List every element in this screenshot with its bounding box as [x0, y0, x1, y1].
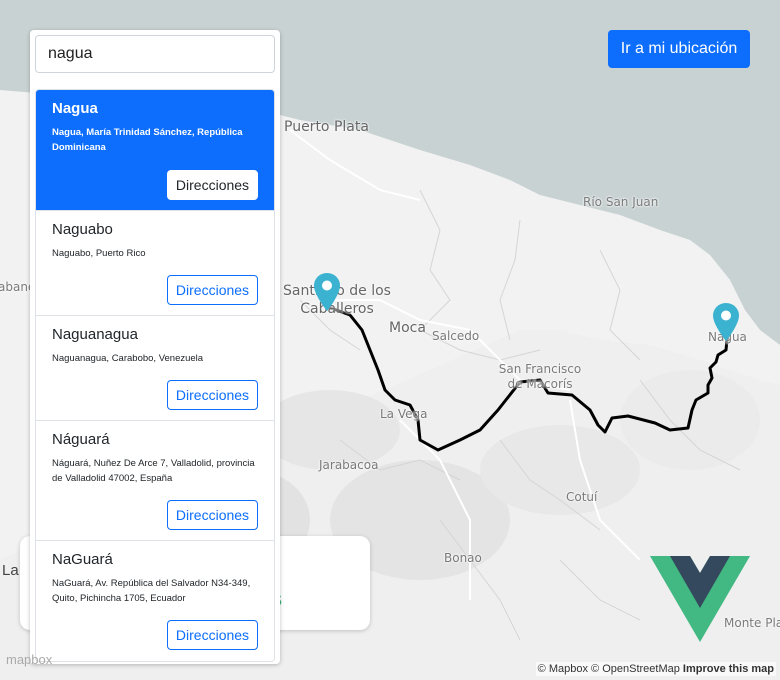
result-title: Náguará — [52, 431, 110, 448]
directions-button[interactable]: Direcciones — [167, 500, 258, 530]
result-title: NaGuará — [52, 551, 113, 568]
label-salcedo: Salcedo — [432, 329, 480, 343]
attribution-mapbox-link[interactable]: © Mapbox — [538, 663, 588, 675]
label-jarabacoa: Jarabacoa — [319, 458, 379, 472]
directions-button[interactable]: Direcciones — [167, 380, 258, 410]
mapbox-logo[interactable]: mapbox — [6, 652, 52, 667]
label-bonao: Bonao — [444, 551, 482, 565]
directions-button[interactable]: Direcciones — [167, 275, 258, 305]
label-cotui: Cotuí — [566, 490, 598, 504]
search-results-list: Nagua Nagua, María Trinidad Sánchez, Rep… — [35, 89, 275, 662]
attribution-osm-link[interactable]: © OpenStreetMap — [591, 663, 680, 675]
label-moca: Moca — [389, 320, 426, 336]
result-item[interactable]: Naguabo Naguabo, Puerto Rico Direcciones — [36, 211, 274, 316]
result-title: Naguabo — [52, 221, 113, 238]
map-attribution: © Mapbox © OpenStreetMap Improve this ma… — [535, 662, 776, 676]
result-address: Naguabo, Puerto Rico — [52, 248, 146, 259]
result-address: Náguará, Nuñez De Arce 7, Valladolid, pr… — [52, 458, 255, 484]
search-panel: Nagua Nagua, María Trinidad Sánchez, Rep… — [30, 30, 280, 664]
result-item[interactable]: Náguará Náguará, Nuñez De Arce 7, Vallad… — [36, 421, 274, 541]
improve-map-link[interactable]: Improve this map — [683, 663, 774, 675]
locate-me-button[interactable]: Ir a mi ubicación — [608, 30, 750, 68]
label-la-vega: La Vega — [380, 407, 428, 421]
label-puerto-plata: Puerto Plata — [284, 119, 369, 135]
end-pin-icon[interactable] — [712, 302, 740, 342]
route-info-partial-label: La — [2, 562, 19, 579]
result-item[interactable]: Nagua Nagua, María Trinidad Sánchez, Rep… — [36, 90, 274, 211]
result-item[interactable]: NaGuará NaGuará, Av. República del Salva… — [36, 541, 274, 661]
result-item[interactable]: Naguanagua Naguanagua, Carabobo, Venezue… — [36, 316, 274, 421]
start-pin-icon[interactable] — [313, 272, 341, 312]
result-address: NaGuará, Av. República del Salvador N34-… — [52, 578, 251, 604]
result-title: Naguanagua — [52, 326, 138, 343]
directions-button[interactable]: Direcciones — [167, 170, 258, 200]
result-address: Naguanagua, Carabobo, Venezuela — [52, 353, 204, 364]
label-san-francisco: San Francisco de Macorís — [498, 362, 582, 391]
label-rio-san-juan: Río San Juan — [583, 195, 659, 209]
vue-logo-icon — [650, 556, 750, 642]
result-address: Nagua, María Trinidad Sánchez, República… — [52, 127, 243, 153]
result-title: Nagua — [52, 100, 98, 117]
search-input[interactable] — [35, 35, 275, 73]
directions-button[interactable]: Direcciones — [167, 620, 258, 650]
